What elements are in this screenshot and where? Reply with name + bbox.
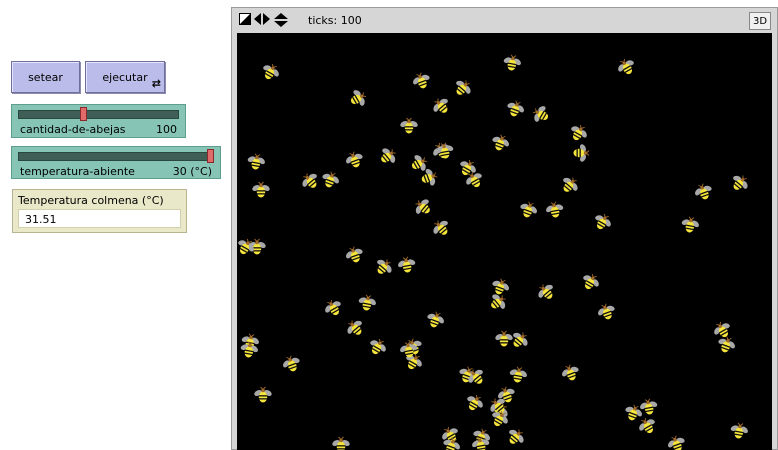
bee-icon	[325, 299, 341, 316]
monitor-value: 31.51	[18, 209, 181, 228]
go-button[interactable]: ejecutar ⇄	[85, 61, 165, 93]
slider-value: 100	[156, 123, 177, 136]
slider-handle[interactable]	[79, 107, 87, 121]
resize-vertical-icon[interactable]	[274, 13, 288, 31]
world-view[interactable]	[237, 33, 772, 450]
bee-icon	[562, 364, 579, 381]
bee-swarm	[238, 54, 748, 450]
bee-icon	[509, 429, 524, 444]
bee-icon	[433, 98, 448, 113]
bee-icon	[247, 153, 265, 170]
3d-button[interactable]: 3D	[749, 12, 771, 30]
setup-button[interactable]: setear	[11, 61, 80, 93]
slider-handle[interactable]	[207, 149, 214, 163]
bee-icon	[532, 106, 549, 122]
bee-icon	[377, 259, 392, 274]
bee-icon	[595, 213, 611, 230]
bee-icon	[492, 278, 509, 295]
bee-icon	[520, 201, 537, 218]
bee-icon	[513, 332, 528, 347]
bee-icon	[563, 177, 578, 192]
bee-icon	[718, 336, 735, 353]
bee-icon	[598, 303, 615, 320]
bee-icon	[573, 144, 590, 162]
bee-icon	[381, 148, 396, 163]
bee-icon	[507, 100, 524, 117]
bee-icon	[415, 199, 430, 214]
bee-icon	[347, 320, 362, 335]
bee-icon	[332, 436, 350, 450]
bee-icon	[358, 294, 376, 311]
bee-icon	[346, 246, 363, 263]
bee-icon	[252, 181, 270, 198]
slider-label: cantidad-de-abejas	[20, 123, 126, 136]
bee-icon	[546, 201, 564, 218]
bee-icon	[509, 366, 527, 383]
bee-icon	[503, 54, 521, 71]
forever-icon: ⇄	[151, 77, 161, 90]
bee-icon	[695, 183, 712, 200]
resize-horizontal-icon[interactable]	[254, 13, 270, 29]
bee-icon	[350, 90, 367, 106]
bee-icon	[254, 386, 272, 403]
bee-icon	[456, 80, 471, 95]
bee-icon	[730, 422, 748, 439]
bee-icon	[467, 394, 483, 411]
bee-icon	[681, 216, 699, 233]
bee-icon	[400, 117, 418, 134]
setup-button-label: setear	[28, 70, 63, 84]
bee-icon	[492, 134, 509, 151]
view-toolbar: ticks: 100 3D	[232, 8, 777, 34]
bee-icon	[346, 151, 363, 168]
bee-icon	[398, 256, 416, 273]
slider-temperatura-abiente[interactable]: temperatura-abiente 30 (°C)	[11, 146, 221, 179]
bee-icon	[283, 355, 300, 372]
bee-icon	[322, 171, 339, 188]
monitor-label: Temperatura colmena (°C)	[18, 194, 164, 207]
bee-icon	[668, 435, 685, 450]
edit-icon[interactable]	[239, 13, 251, 29]
bee-icon	[433, 220, 448, 235]
bee-icon	[436, 142, 454, 159]
bee-icon	[427, 311, 444, 328]
bee-icon	[302, 173, 317, 188]
bee-icon	[583, 273, 599, 290]
bee-icon	[538, 284, 553, 299]
monitor-temperatura-colmena: Temperatura colmena (°C) 31.51	[12, 189, 187, 233]
bee-icon	[571, 124, 587, 141]
slider-value: 30 (°C)	[172, 165, 212, 178]
go-button-label: ejecutar	[102, 70, 148, 84]
slider-cantidad-de-abejas[interactable]: cantidad-de-abejas 100	[11, 104, 186, 138]
slider-label: temperatura-abiente	[20, 165, 135, 178]
bee-icon	[733, 175, 748, 190]
ticks-counter: ticks: 100	[308, 14, 362, 27]
slider-track	[18, 110, 179, 119]
bee-icon	[263, 63, 279, 80]
bee-icon	[639, 417, 655, 434]
bee-icon	[413, 72, 430, 89]
slider-track	[18, 152, 214, 161]
bee-icon	[370, 338, 386, 355]
bee-icon	[714, 321, 730, 338]
bee-icon	[618, 58, 634, 75]
bee-icon	[495, 330, 513, 347]
